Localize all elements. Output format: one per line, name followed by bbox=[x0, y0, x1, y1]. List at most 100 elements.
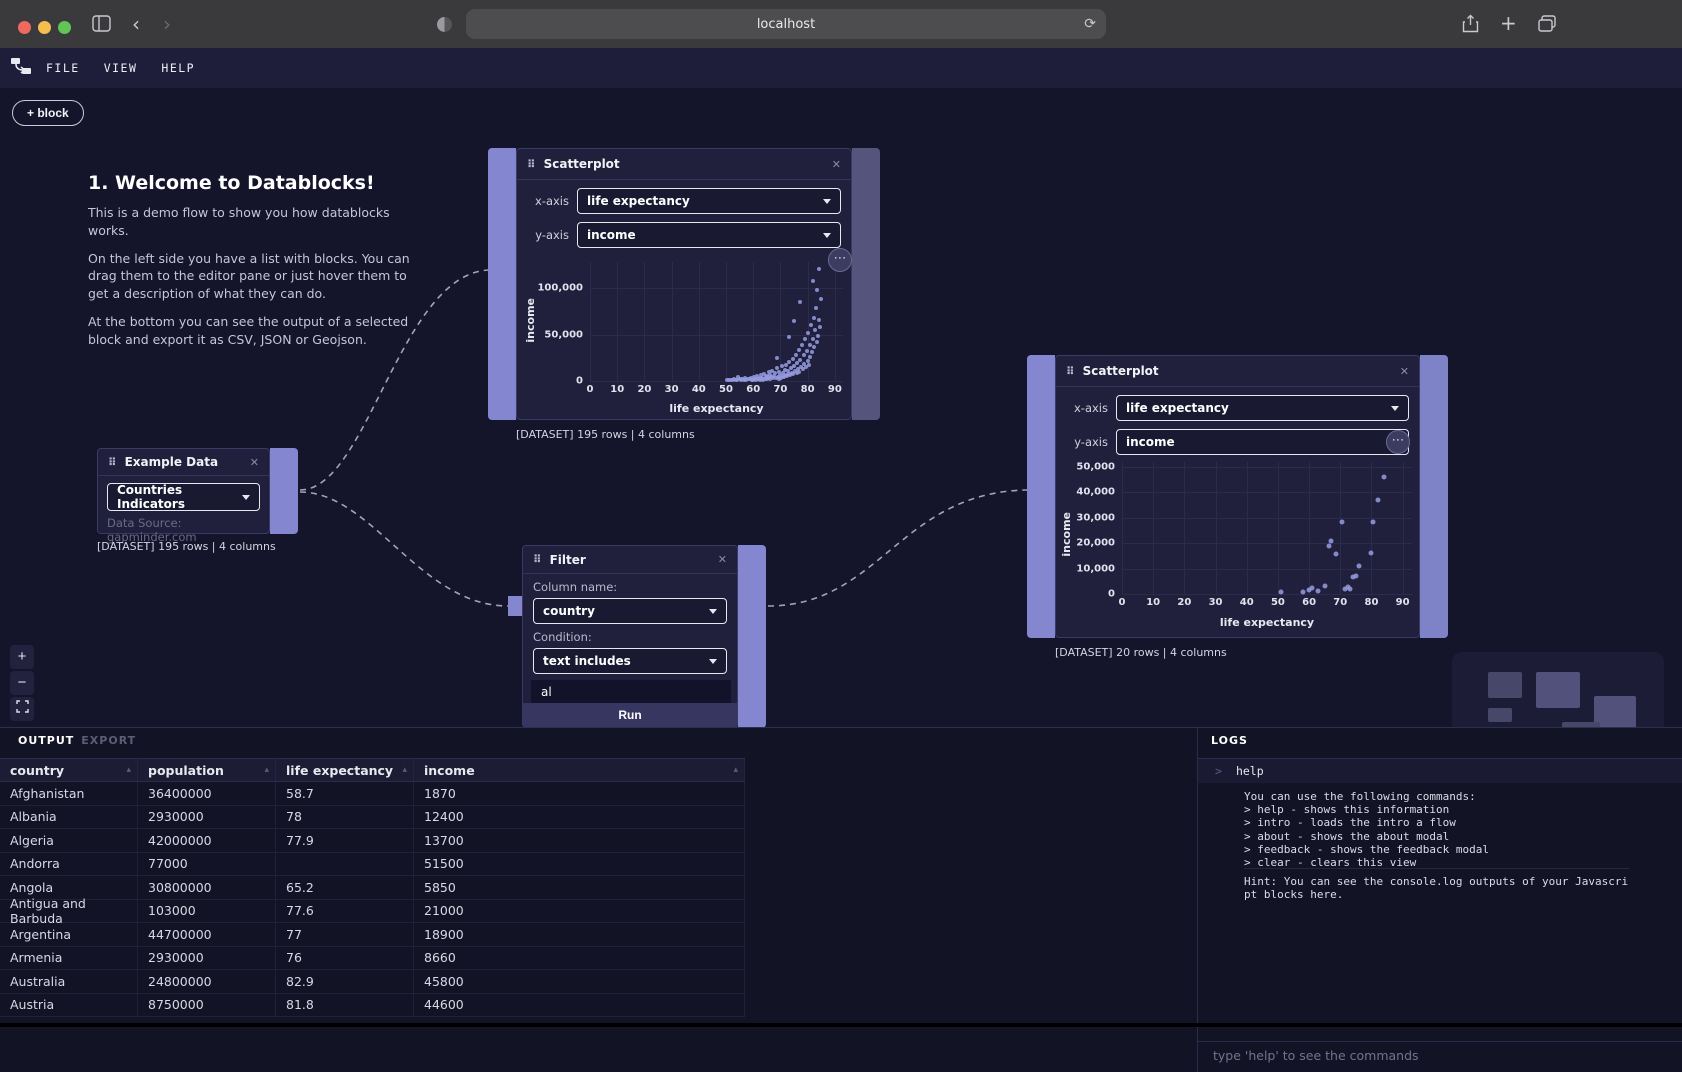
x-tick-label: 90 bbox=[828, 384, 842, 395]
column-header-income[interactable]: income▴ bbox=[414, 759, 745, 781]
menu-help[interactable]: HELP bbox=[161, 61, 195, 75]
data-point bbox=[1316, 589, 1321, 594]
sidebar-icon[interactable] bbox=[92, 15, 111, 36]
x-axis-title: life expectancy bbox=[590, 402, 843, 415]
add-block-button[interactable]: + block bbox=[12, 100, 84, 126]
drag-handle-icon[interactable]: ⠿ bbox=[1066, 365, 1075, 378]
scatterplot2-output-port[interactable] bbox=[1420, 355, 1448, 638]
y-axis-row: y-axis income bbox=[1056, 429, 1419, 455]
column-header-label: country bbox=[10, 763, 64, 778]
plot-area: 0102030405060708090010,00020,00030,00040… bbox=[1122, 462, 1412, 594]
log-line: > about - shows the about modal bbox=[1244, 830, 1644, 843]
gridline bbox=[1309, 462, 1310, 594]
data-point bbox=[818, 325, 822, 329]
forward-button[interactable]: › bbox=[163, 14, 171, 34]
table-cell: 78 bbox=[276, 806, 414, 829]
close-button[interactable]: ✕ bbox=[832, 158, 841, 171]
x-axis-label: x-axis bbox=[527, 194, 569, 208]
output-tabbar: OUTPUT EXPORT bbox=[18, 734, 136, 747]
y-tick-label: 100,000 bbox=[537, 283, 583, 294]
fit-view-button[interactable] bbox=[10, 697, 34, 721]
data-point bbox=[1328, 538, 1333, 543]
sort-ascending-icon[interactable]: ▴ bbox=[402, 765, 407, 775]
data-point bbox=[807, 363, 811, 367]
chevron-down-icon bbox=[709, 609, 717, 614]
data-point bbox=[1279, 589, 1284, 594]
sort-ascending-icon[interactable]: ▴ bbox=[264, 765, 269, 775]
table-cell: 77 bbox=[276, 923, 414, 946]
close-button[interactable]: ✕ bbox=[718, 553, 727, 566]
filter-output-port[interactable] bbox=[738, 545, 766, 728]
x-axis-select[interactable]: life expectancy bbox=[577, 188, 841, 214]
log-line: > feedback - shows the feedback modal bbox=[1244, 843, 1644, 856]
data-point bbox=[819, 297, 823, 301]
menu-file[interactable]: FILE bbox=[46, 61, 80, 75]
scatterplot1-output-port[interactable] bbox=[852, 148, 880, 420]
zoom-window-button[interactable] bbox=[58, 21, 71, 34]
new-tab-button[interactable]: + bbox=[1500, 13, 1517, 33]
filter-query-input[interactable] bbox=[531, 680, 731, 704]
condition-select[interactable]: text includes bbox=[533, 648, 727, 674]
y-tick-label: 30,000 bbox=[1076, 512, 1115, 523]
table-cell: 51500 bbox=[414, 853, 745, 876]
data-point bbox=[775, 356, 779, 360]
privacy-shield-icon[interactable] bbox=[437, 17, 452, 32]
scatterplot2-input-port[interactable] bbox=[1027, 355, 1055, 638]
exampledata-output-port[interactable] bbox=[270, 448, 298, 534]
zoom-out-button[interactable]: − bbox=[10, 671, 34, 695]
menu-view[interactable]: VIEW bbox=[104, 61, 138, 75]
scatterplot1-input-port[interactable] bbox=[488, 148, 516, 420]
close-window-button[interactable] bbox=[18, 21, 31, 34]
table-row: Austria875000081.844600 bbox=[0, 994, 745, 1018]
filter-block[interactable]: ⠿ Filter ✕ Column name: country Conditio… bbox=[522, 545, 738, 728]
share-icon[interactable] bbox=[1462, 14, 1479, 37]
tab-output[interactable]: OUTPUT bbox=[18, 734, 74, 747]
zoom-in-button[interactable]: + bbox=[10, 645, 34, 669]
drag-handle-icon[interactable]: ⠿ bbox=[527, 158, 536, 171]
drag-handle-icon[interactable]: ⠿ bbox=[533, 553, 542, 566]
data-point bbox=[812, 316, 816, 320]
run-button[interactable]: Run bbox=[523, 703, 737, 727]
y-axis-select[interactable]: income bbox=[577, 222, 841, 248]
sort-ascending-icon[interactable]: ▴ bbox=[126, 765, 131, 775]
x-tick-label: 30 bbox=[665, 384, 679, 395]
minimize-window-button[interactable] bbox=[38, 21, 51, 34]
x-axis-select[interactable]: life expectancy bbox=[1116, 395, 1409, 421]
gridline bbox=[1122, 543, 1412, 544]
more-options-button[interactable]: ⋯ bbox=[828, 248, 852, 272]
menubar: FILE VIEW HELP bbox=[0, 48, 1682, 88]
data-point bbox=[787, 360, 791, 364]
table-cell: 12400 bbox=[414, 806, 745, 829]
y-axis-select[interactable]: income bbox=[1116, 429, 1409, 455]
more-options-button[interactable]: ⋯ bbox=[1386, 430, 1410, 454]
address-bar[interactable]: localhost ⟳ bbox=[466, 9, 1106, 39]
close-button[interactable]: ✕ bbox=[1400, 365, 1409, 378]
column-select[interactable]: country bbox=[533, 598, 727, 624]
back-button[interactable]: ‹ bbox=[132, 14, 140, 34]
x-tick-label: 80 bbox=[1364, 597, 1378, 608]
x-tick-label: 0 bbox=[587, 384, 594, 395]
data-point bbox=[1327, 544, 1332, 549]
drag-handle-icon[interactable]: ⠿ bbox=[108, 456, 117, 469]
close-button[interactable]: ✕ bbox=[250, 456, 259, 469]
refresh-icon[interactable]: ⟳ bbox=[1084, 16, 1096, 32]
filter-header: ⠿ Filter ✕ bbox=[523, 546, 737, 574]
column-header-population[interactable]: population▴ bbox=[138, 759, 276, 781]
console-input[interactable] bbox=[1211, 1047, 1670, 1064]
data-point bbox=[816, 334, 820, 338]
table-cell: 77000 bbox=[138, 853, 276, 876]
exampledata-block[interactable]: ⠿ Example Data ✕ Countries Indicators Da… bbox=[97, 448, 270, 534]
tab-overview-icon[interactable] bbox=[1538, 15, 1556, 36]
scatterplot1-chart: income 0102030405060708090050,000100,000… bbox=[518, 252, 852, 416]
data-point bbox=[798, 300, 802, 304]
column-header-country[interactable]: country ▴ bbox=[0, 759, 138, 781]
column-header-life-expectancy[interactable]: life expectancy▴ bbox=[276, 759, 414, 781]
y-axis-label: y-axis bbox=[1066, 435, 1108, 449]
data-point bbox=[787, 335, 791, 339]
x-tick-label: 60 bbox=[1302, 597, 1316, 608]
tab-export[interactable]: EXPORT bbox=[81, 734, 136, 747]
sort-ascending-icon[interactable]: ▴ bbox=[733, 765, 738, 775]
data-point bbox=[1371, 519, 1376, 524]
flow-canvas[interactable]: + block 1. Welcome to Datablocks! This i… bbox=[0, 88, 1682, 727]
dataset-select[interactable]: Countries Indicators bbox=[107, 483, 260, 511]
